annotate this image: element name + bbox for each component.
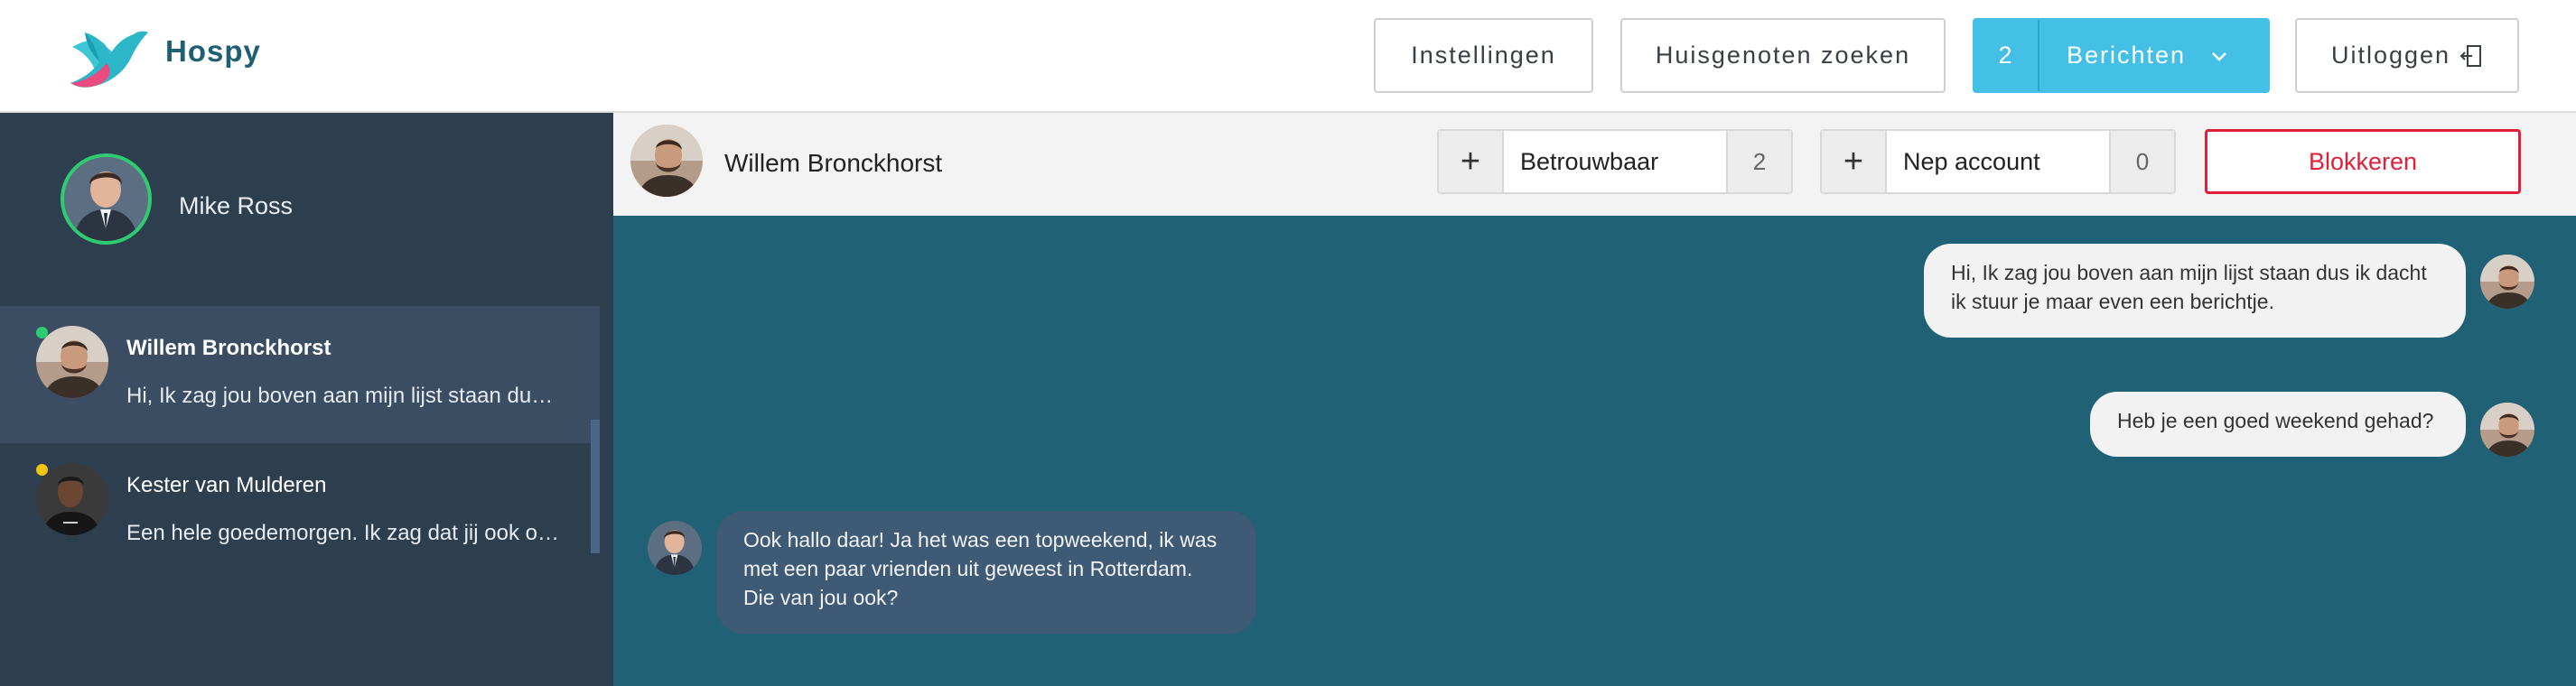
contact-avatar[interactable] xyxy=(630,125,703,197)
away-status-dot xyxy=(36,464,48,476)
trustworthy-label: Betrouwbaar xyxy=(1520,147,1659,175)
logout-label: Uitloggen xyxy=(2330,42,2451,69)
messages-dropdown-button[interactable]: 2 Berichten xyxy=(1973,18,2270,93)
conversations-sidebar: Mike Ross Willem Bronckhorst Hi, Ik zag … xyxy=(0,113,613,686)
add-fake-account-button[interactable]: + xyxy=(1822,131,1887,192)
hospy-logo-icon[interactable] xyxy=(67,20,148,88)
top-navbar: Hospy Instellingen Huisgenoten zoeken 2 … xyxy=(0,0,2576,113)
contact-avatar xyxy=(2480,255,2534,309)
chevron-down-icon xyxy=(2212,51,2226,61)
block-button[interactable]: Blokkeren xyxy=(2205,129,2521,194)
contact-name[interactable]: Willem Bronckhorst xyxy=(724,149,942,178)
user-name: Mike Ross xyxy=(179,192,294,219)
conversation-item[interactable]: Willem Bronckhorst Hi, Ik zag jou boven … xyxy=(0,306,600,443)
fake-account-count: 0 xyxy=(2109,131,2174,192)
messages-label: Berichten xyxy=(2067,42,2187,69)
conversation-name: Willem Bronckhorst xyxy=(126,336,331,360)
logout-icon xyxy=(2459,44,2482,67)
contact-avatar xyxy=(2480,403,2534,457)
conversation-preview: Een hele goedemorgen. Ik zag dat jij ook… xyxy=(126,521,560,545)
online-status-dot xyxy=(36,327,48,338)
fake-account-label: Nep account xyxy=(1903,147,2040,175)
trustworthy-rating: + Betrouwbaar 2 xyxy=(1437,129,1793,194)
settings-button[interactable]: Instellingen xyxy=(1374,18,1593,93)
conversation-item[interactable]: Kester van Mulderen Een hele goedemorgen… xyxy=(0,443,600,580)
chat-header: Willem Bronckhorst + Betrouwbaar 2 + Nep… xyxy=(613,113,2576,216)
conversation-preview: Hi, Ik zag jou boven aan mijn lijst staa… xyxy=(126,384,560,408)
incoming-message: Ook hallo daar! Ja het was een topweeken… xyxy=(716,511,1256,634)
find-housemates-button[interactable]: Huisgenoten zoeken xyxy=(1620,18,1946,93)
message-thread[interactable]: Hi, Ik zag jou boven aan mijn lijst staa… xyxy=(613,216,2576,686)
contact-avatar xyxy=(36,463,108,535)
user-avatar[interactable] xyxy=(61,153,152,245)
fake-account-rating: + Nep account 0 xyxy=(1820,129,2176,194)
conversation-name: Kester van Mulderen xyxy=(126,473,327,497)
logout-button[interactable]: Uitloggen xyxy=(2295,18,2519,93)
user-avatar xyxy=(648,521,702,575)
contact-avatar xyxy=(36,326,108,398)
outgoing-message: Hi, Ik zag jou boven aan mijn lijst staa… xyxy=(1924,244,2466,338)
brand-name[interactable]: Hospy xyxy=(165,34,261,69)
outgoing-message: Heb je een goed weekend gehad? xyxy=(2090,392,2466,457)
trustworthy-count: 2 xyxy=(1726,131,1791,192)
add-trustworthy-button[interactable]: + xyxy=(1439,131,1504,192)
messages-count-badge: 2 xyxy=(1974,20,2039,91)
